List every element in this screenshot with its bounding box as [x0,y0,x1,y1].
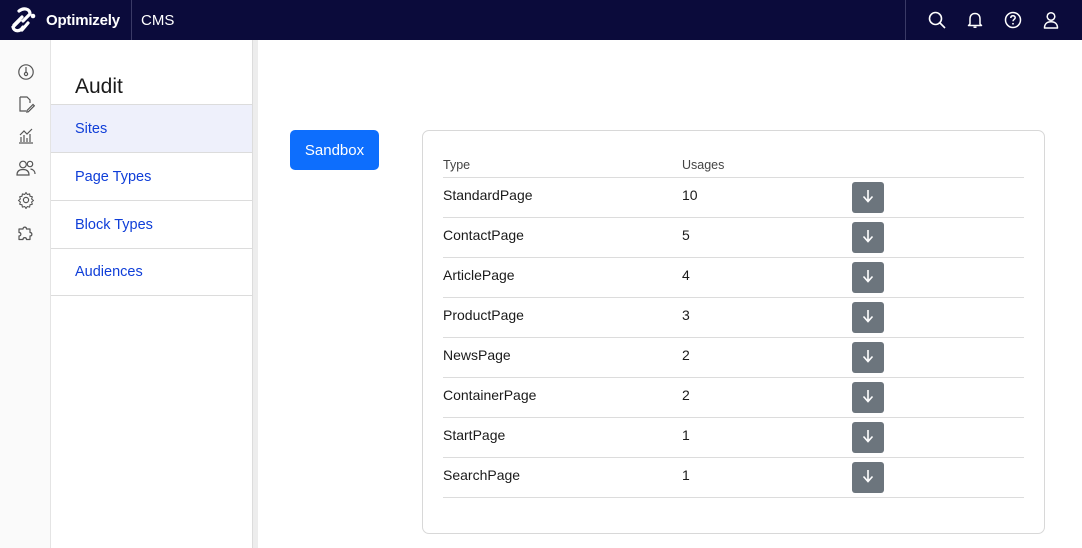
nav-item-sites[interactable]: Sites [51,104,252,152]
help-icon[interactable] [994,0,1032,40]
usages-cell: 10 [682,177,852,218]
type-cell: ArticlePage [443,257,682,298]
nav-item-page-types[interactable]: Page Types [51,152,252,200]
search-icon[interactable] [918,0,956,40]
type-cell: ContainerPage [443,377,682,418]
user-icon[interactable] [1032,0,1070,40]
arrow-down-icon [862,309,874,326]
usages-cell: 3 [682,297,852,338]
usages-cell: 2 [682,377,852,418]
table-row: ContainerPage 2 [443,377,1024,418]
edit-icon[interactable] [0,88,51,120]
table-header-row: Type Usages [443,151,1024,178]
arrow-down-icon [862,349,874,366]
usages-cell: 4 [682,257,852,298]
brand[interactable]: Optimizely [0,0,132,40]
top-icon-group [905,0,1082,40]
expand-row-button[interactable] [852,381,884,413]
page-title: Audit [75,75,123,98]
page-type-usage-table: Type Usages StandardPage 10 ContactPage … [443,151,1024,498]
type-cell: StartPage [443,417,682,458]
column-header-actions [852,151,1024,178]
type-cell: StandardPage [443,177,682,218]
audit-nav: Audit Sites Page Types Block Types Audie… [51,40,253,548]
panel-splitter[interactable] [253,40,258,548]
left-rail [0,40,51,548]
expand-row-button[interactable] [852,461,884,493]
usages-cell: 1 [682,417,852,458]
optimizely-logo-icon [8,4,40,36]
table-row: SearchPage 1 [443,457,1024,498]
table-row: ProductPage 3 [443,297,1024,338]
type-cell: ContactPage [443,217,682,258]
table-row: ArticlePage 4 [443,257,1024,298]
column-header-type: Type [443,151,682,178]
type-cell: SearchPage [443,457,682,498]
expand-row-button[interactable] [852,221,884,253]
dashboard-icon[interactable] [0,56,51,88]
expand-row-button[interactable] [852,421,884,453]
reports-icon[interactable] [0,120,51,152]
table-row: ContactPage 5 [443,217,1024,258]
usage-card: Type Usages StandardPage 10 ContactPage … [422,130,1045,534]
column-header-usages: Usages [682,151,852,178]
nav-item-block-types[interactable]: Block Types [51,200,252,248]
expand-row-button[interactable] [852,301,884,333]
expand-row-button[interactable] [852,261,884,293]
arrow-down-icon [862,189,874,206]
arrow-down-icon [862,229,874,246]
usages-cell: 1 [682,457,852,498]
expand-row-button[interactable] [852,181,884,213]
type-cell: NewsPage [443,337,682,378]
audit-nav-list: Sites Page Types Block Types Audiences [51,104,252,296]
top-bar: Optimizely CMS [0,0,1082,40]
arrow-down-icon [862,389,874,406]
bell-icon[interactable] [956,0,994,40]
table-row: StartPage 1 [443,417,1024,458]
users-icon[interactable] [0,152,51,184]
type-cell: ProductPage [443,297,682,338]
table-row: StandardPage 10 [443,177,1024,218]
settings-icon[interactable] [0,184,51,216]
usages-cell: 5 [682,217,852,258]
product-name: CMS [141,11,175,29]
brand-name: Optimizely [46,11,120,29]
addons-icon[interactable] [0,216,51,248]
arrow-down-icon [862,269,874,286]
expand-row-button[interactable] [852,341,884,373]
site-sandbox-button[interactable]: Sandbox [290,130,379,170]
usages-cell: 2 [682,337,852,378]
arrow-down-icon [862,429,874,446]
table-row: NewsPage 2 [443,337,1024,378]
nav-item-audiences[interactable]: Audiences [51,248,252,296]
arrow-down-icon [862,469,874,486]
